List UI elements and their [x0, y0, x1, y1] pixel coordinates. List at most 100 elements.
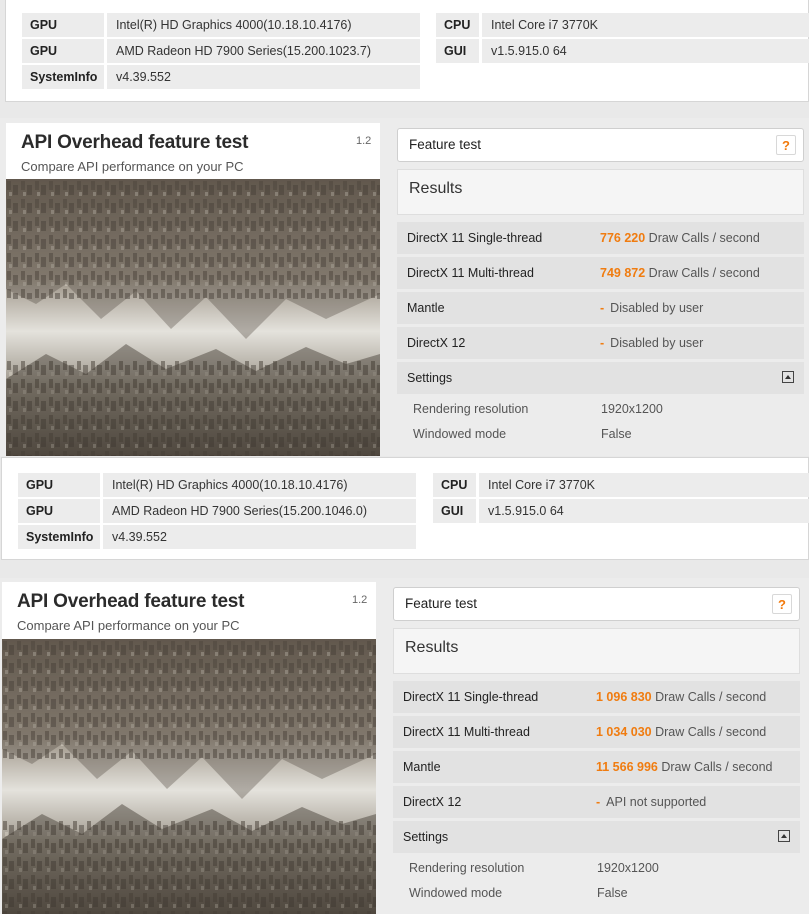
gpu-label: GPU: [18, 473, 100, 497]
result-row-dx11-single: DirectX 11 Single-thread 1 096 830 Draw …: [393, 681, 800, 713]
gpu-label: GPU: [22, 13, 104, 37]
feature-test-label: Feature test: [405, 596, 478, 611]
gpu-label: GPU: [18, 499, 100, 523]
score-unit: Draw Calls / second: [655, 725, 767, 739]
setting-name: Windowed mode: [413, 427, 507, 441]
result-name: DirectX 12: [403, 795, 462, 809]
setting-name: Windowed mode: [409, 886, 503, 900]
result-row-mantle: Mantle - Disabled by user: [397, 292, 804, 324]
score-number: 1 096 830: [596, 690, 652, 704]
gpu-row-2: GPU AMD Radeon HD 7900 Series(15.200.104…: [18, 499, 416, 523]
score-unit: Draw Calls / second: [648, 231, 760, 245]
result-name: DirectX 11 Multi-thread: [403, 725, 530, 739]
result-value: 1 034 030 Draw Calls / second: [596, 716, 766, 748]
results-title: Results: [405, 639, 459, 656]
result-name: Mantle: [407, 301, 445, 315]
setting-value: 1920x1200: [597, 861, 659, 875]
gui-row: GUI v1.5.915.0 64: [433, 499, 809, 523]
score-number: 1 034 030: [596, 725, 652, 739]
help-button[interactable]: ?: [776, 135, 796, 155]
test-subtitle: Compare API performance on your PC: [17, 618, 240, 633]
result-value: - Disabled by user: [600, 292, 703, 324]
gui-value: v1.5.915.0 64: [482, 39, 809, 63]
result-row-dx11-multi: DirectX 11 Multi-thread 1 034 030 Draw C…: [393, 716, 800, 748]
setting-row-resolution: Rendering resolution 1920x1200: [393, 856, 800, 880]
gpu-value: Intel(R) HD Graphics 4000(10.18.10.4176): [107, 13, 420, 37]
systeminfo-row: SystemInfo v4.39.552: [18, 525, 416, 549]
score-dash: -: [600, 301, 605, 315]
score-unit: Disabled by user: [610, 336, 704, 350]
cpu-label: CPU: [433, 473, 476, 497]
settings-header[interactable]: Settings: [393, 821, 800, 853]
setting-name: Rendering resolution: [413, 402, 529, 416]
result-value: 11 566 996 Draw Calls / second: [596, 751, 773, 783]
result-name: DirectX 11 Single-thread: [403, 690, 539, 704]
result-row-dx11-single: DirectX 11 Single-thread 776 220 Draw Ca…: [397, 222, 804, 254]
cpu-value: Intel Core i7 3770K: [482, 13, 809, 37]
cpu-row: CPU Intel Core i7 3770K: [433, 473, 809, 497]
gui-value: v1.5.915.0 64: [479, 499, 809, 523]
gui-label: GUI: [433, 499, 476, 523]
gpu-value: AMD Radeon HD 7900 Series(15.200.1023.7): [107, 39, 420, 63]
version-label: 1.2: [356, 135, 372, 147]
test-title: API Overhead feature test: [17, 591, 245, 612]
test-scene-image: [6, 179, 380, 456]
gpu-value: Intel(R) HD Graphics 4000(10.18.10.4176): [103, 473, 416, 497]
gui-row: GUI v1.5.915.0 64: [436, 39, 809, 63]
result-value: - API not supported: [596, 786, 706, 818]
score-dash: -: [600, 336, 605, 350]
setting-name: Rendering resolution: [409, 861, 525, 875]
result-value: 1 096 830 Draw Calls / second: [596, 681, 766, 713]
gpu-value: AMD Radeon HD 7900 Series(15.200.1046.0): [103, 499, 416, 523]
cpu-row: CPU Intel Core i7 3770K: [436, 13, 809, 37]
test-scene-image: [2, 639, 376, 914]
results-header: Results: [393, 628, 800, 674]
result-value: 749 872 Draw Calls / second: [600, 257, 760, 289]
systeminfo-value: v4.39.552: [107, 65, 420, 89]
gpu-row-1: GPU Intel(R) HD Graphics 4000(10.18.10.4…: [18, 473, 416, 497]
help-button[interactable]: ?: [772, 594, 792, 614]
feature-test-box[interactable]: Feature test ?: [397, 128, 804, 162]
score-unit: Draw Calls / second: [648, 266, 760, 280]
systeminfo-label: SystemInfo: [22, 65, 104, 89]
setting-row-windowed: Windowed mode False: [397, 422, 804, 446]
settings-label: Settings: [403, 830, 449, 844]
collapse-icon[interactable]: [778, 830, 790, 842]
version-label: 1.2: [352, 594, 368, 606]
results-title: Results: [409, 180, 463, 197]
score-number: 749 872: [600, 266, 646, 280]
cpu-label: CPU: [436, 13, 479, 37]
settings-label: Settings: [407, 371, 453, 385]
gpu-row-2: GPU AMD Radeon HD 7900 Series(15.200.102…: [22, 39, 420, 63]
systeminfo-row: SystemInfo v4.39.552: [22, 65, 420, 89]
setting-row-resolution: Rendering resolution 1920x1200: [397, 397, 804, 421]
result-name: DirectX 11 Single-thread: [407, 231, 543, 245]
test-title: API Overhead feature test: [21, 132, 249, 153]
score-unit: API not supported: [606, 795, 707, 809]
settings-header[interactable]: Settings: [397, 362, 804, 394]
test-card: API Overhead feature test Compare API pe…: [2, 582, 376, 914]
score-number: 776 220: [600, 231, 646, 245]
results-column: Feature test ? Results DirectX 11 Single…: [397, 128, 807, 456]
setting-value: False: [601, 427, 632, 441]
results-column: Feature test ? Results DirectX 11 Single…: [393, 587, 803, 914]
test-subtitle: Compare API performance on your PC: [21, 159, 244, 174]
cpu-value: Intel Core i7 3770K: [479, 473, 809, 497]
result-name: DirectX 12: [407, 336, 466, 350]
system-info-panel-top: GPU Intel(R) HD Graphics 4000(10.18.10.4…: [5, 0, 809, 102]
gpu-row-1: GPU Intel(R) HD Graphics 4000(10.18.10.4…: [22, 13, 420, 37]
result-panel-bottom: API Overhead feature test Compare API pe…: [0, 578, 809, 914]
collapse-icon[interactable]: [782, 371, 794, 383]
setting-row-windowed: Windowed mode False: [393, 881, 800, 905]
result-name: DirectX 11 Multi-thread: [407, 266, 534, 280]
setting-value: False: [597, 886, 628, 900]
result-panel-top: API Overhead feature test Compare API pe…: [0, 118, 809, 456]
score-unit: Draw Calls / second: [661, 760, 773, 774]
gpu-label: GPU: [22, 39, 104, 63]
systeminfo-value: v4.39.552: [103, 525, 416, 549]
result-name: Mantle: [403, 760, 441, 774]
score-unit: Disabled by user: [610, 301, 704, 315]
score-dash: -: [596, 795, 601, 809]
feature-test-box[interactable]: Feature test ?: [393, 587, 800, 621]
test-card: API Overhead feature test Compare API pe…: [6, 123, 380, 456]
